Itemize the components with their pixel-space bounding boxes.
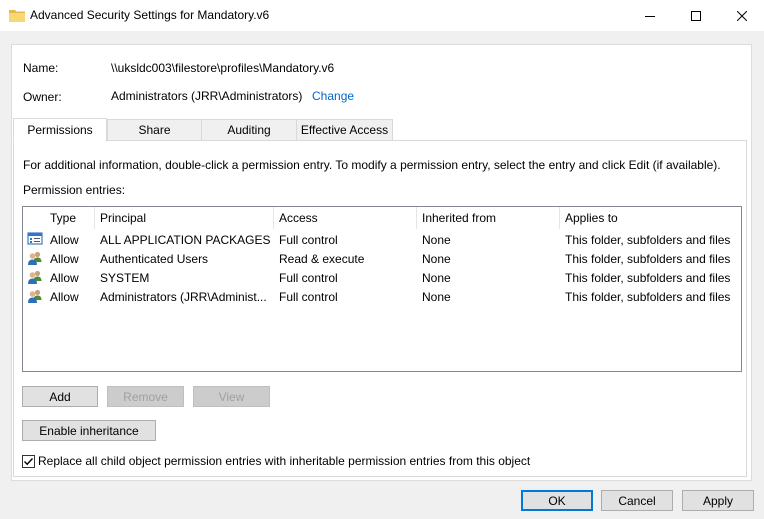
users-icon xyxy=(28,251,42,265)
entry-type: Allow xyxy=(50,270,79,285)
permission-entry-row[interactable]: Allow Administrators (JRR\Administ... Fu… xyxy=(23,287,741,306)
entry-inherited-from: None xyxy=(422,270,451,285)
close-icon xyxy=(737,10,747,21)
maximize-button[interactable] xyxy=(673,0,719,31)
users-icon xyxy=(28,289,42,303)
entry-access: Full control xyxy=(279,270,338,285)
entry-type: Allow xyxy=(50,232,79,247)
owner-value: Administrators (JRR\Administrators) xyxy=(111,89,303,103)
enable-inheritance-button[interactable]: Enable inheritance xyxy=(22,420,156,441)
permissions-info-text: For additional information, double-click… xyxy=(23,158,721,172)
column-header-principal[interactable]: Principal xyxy=(95,207,273,229)
entry-principal: Authenticated Users xyxy=(100,251,209,266)
entry-principal: ALL APPLICATION PACKAGES xyxy=(100,232,271,247)
entry-principal: SYSTEM xyxy=(100,270,150,285)
remove-button[interactable]: Remove xyxy=(107,386,184,407)
maximize-icon xyxy=(691,10,701,21)
ok-button[interactable]: OK xyxy=(521,490,593,511)
entry-applies-to: This folder, subfolders and files xyxy=(565,251,731,266)
folder-icon xyxy=(9,10,25,22)
permission-entries-list[interactable]: Type Principal Access Inherited from App… xyxy=(22,206,742,372)
close-button[interactable] xyxy=(719,0,764,31)
column-header-access[interactable]: Access xyxy=(274,207,416,229)
entry-access: Full control xyxy=(279,232,338,247)
apply-button[interactable]: Apply xyxy=(682,490,754,511)
title-bar: Advanced Security Settings for Mandatory… xyxy=(0,0,764,31)
app-packages-icon xyxy=(27,232,43,245)
minimize-button[interactable] xyxy=(627,0,673,31)
cancel-button[interactable]: Cancel xyxy=(601,490,673,511)
minimize-icon xyxy=(645,15,655,17)
entry-type: Allow xyxy=(50,251,79,266)
tab-permissions[interactable]: Permissions xyxy=(13,118,107,142)
tab-effective-access[interactable]: Effective Access xyxy=(296,119,393,141)
permission-entry-row[interactable]: Allow Authenticated Users Read & execute… xyxy=(23,249,741,268)
name-value: \\uksldc003\filestore\profiles\Mandatory… xyxy=(111,61,335,75)
tab-auditing[interactable]: Auditing xyxy=(201,119,297,141)
add-button[interactable]: Add xyxy=(22,386,98,407)
checkmark-icon xyxy=(24,458,34,466)
column-header-inherited-from[interactable]: Inherited from xyxy=(417,207,559,229)
entry-applies-to: This folder, subfolders and files xyxy=(565,289,731,304)
entry-inherited-from: None xyxy=(422,289,451,304)
entry-inherited-from: None xyxy=(422,251,451,266)
entry-access: Read & execute xyxy=(279,251,365,266)
entry-inherited-from: None xyxy=(422,232,451,247)
permission-entry-row[interactable]: Allow ALL APPLICATION PACKAGES Full cont… xyxy=(23,230,741,249)
replace-child-permissions-checkbox[interactable] xyxy=(22,455,35,468)
permission-entry-row[interactable]: Allow SYSTEM Full control None This fold… xyxy=(23,268,741,287)
window-title: Advanced Security Settings for Mandatory… xyxy=(30,8,270,22)
name-label: Name: xyxy=(23,61,59,75)
entry-principal: Administrators (JRR\Administ... xyxy=(100,289,267,304)
entry-type: Allow xyxy=(50,289,79,304)
users-icon xyxy=(28,270,42,284)
change-owner-link[interactable]: Change xyxy=(312,89,354,103)
replace-child-permissions-label[interactable]: Replace all child object permission entr… xyxy=(38,454,530,468)
entry-access: Full control xyxy=(279,289,338,304)
entry-applies-to: This folder, subfolders and files xyxy=(565,270,731,285)
view-button[interactable]: View xyxy=(193,386,270,407)
column-header-applies-to[interactable]: Applies to xyxy=(560,207,741,229)
owner-label: Owner: xyxy=(23,90,62,104)
tab-share[interactable]: Share xyxy=(107,119,202,141)
permission-entries-label: Permission entries: xyxy=(23,183,126,197)
entry-applies-to: This folder, subfolders and files xyxy=(565,232,731,247)
